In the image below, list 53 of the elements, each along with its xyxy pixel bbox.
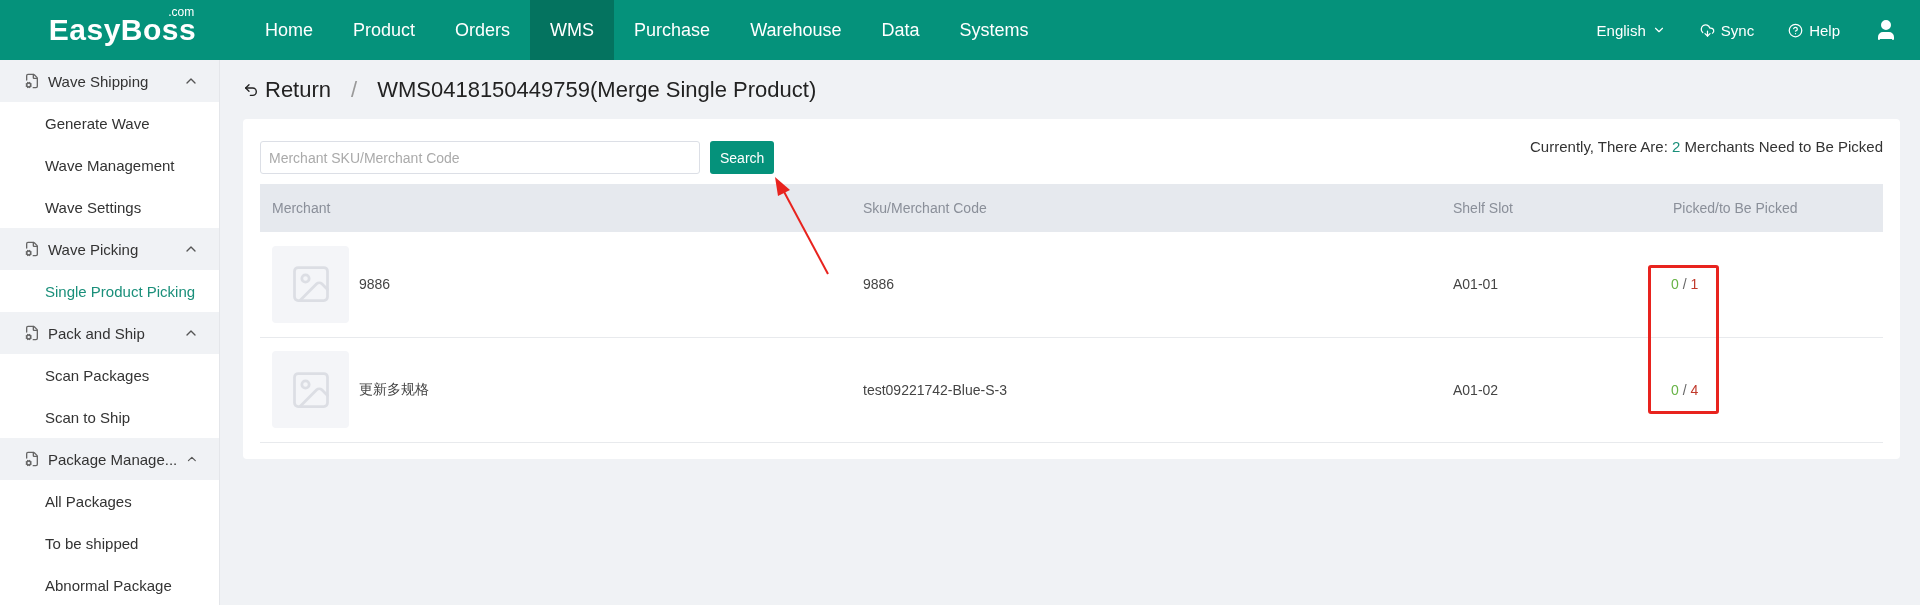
merchant-count-text: Currently, There Are: 2 Merchants Need to Be Picked	[1530, 138, 1883, 155]
nav-tab[interactable]: Systems	[939, 0, 1049, 60]
sku-code: test09221742-Blue-S-3	[863, 381, 1007, 398]
sidebar-group[interactable]: Wave Shipping	[0, 60, 219, 102]
page-title: WMS0418150449759(Merge Single Product)	[377, 76, 817, 103]
help-link[interactable]: Help	[1788, 21, 1840, 39]
document-gear-icon	[24, 241, 40, 257]
to-pick-count: 1	[1690, 276, 1699, 293]
sidebar-item[interactable]: Wave Settings	[0, 186, 219, 228]
shelf-slot: A01-02	[1453, 381, 1499, 398]
document-gear-icon	[24, 451, 40, 467]
merchant-name: 9886	[359, 276, 391, 293]
sidebar-item[interactable]: Scan Packages	[0, 354, 219, 396]
nav-tab[interactable]: Data	[861, 0, 940, 60]
nav-tab[interactable]: WMS	[530, 0, 615, 60]
sidebar-item[interactable]: All Packages	[0, 480, 219, 522]
sidebar-item[interactable]: Wave Management	[0, 144, 219, 186]
sidebar-group[interactable]: Package Manage...	[0, 438, 219, 480]
column-header: Shelf Slot	[1441, 184, 1641, 232]
sidebar-item[interactable]: To be shipped	[0, 522, 219, 564]
to-pick-count: 4	[1690, 381, 1699, 398]
shelf-slot: A01-01	[1453, 276, 1499, 293]
return-icon	[243, 81, 259, 98]
column-header: Picked/to Be Picked	[1641, 184, 1883, 232]
picked-count: 0	[1671, 276, 1679, 293]
language-selector[interactable]: English	[1596, 21, 1666, 39]
sku-code: 9886	[863, 276, 895, 293]
count-separator: /	[1682, 276, 1687, 293]
sidebar-group[interactable]: Pack and Ship	[0, 312, 219, 354]
merchant-name: 更新多规格	[359, 380, 429, 399]
nav-tab[interactable]: Orders	[435, 0, 531, 60]
count-separator: /	[1682, 381, 1687, 398]
nav-tab[interactable]: Product	[333, 0, 436, 60]
help-icon	[1788, 22, 1804, 38]
column-header: Merchant	[260, 184, 851, 232]
column-header: Sku/Merchant Code	[851, 184, 1441, 232]
sidebar-item[interactable]: Abnormal Package	[0, 564, 219, 605]
document-gear-icon	[24, 73, 40, 89]
nav-tab[interactable]: Home	[245, 0, 333, 60]
sidebar-group[interactable]: Wave Picking	[0, 228, 219, 270]
search-field[interactable]: Merchant SKU/Merchant Code	[260, 141, 700, 174]
sidebar-item[interactable]: Generate Wave	[0, 102, 219, 144]
return-link[interactable]: Return	[243, 76, 332, 103]
sync-link[interactable]: Sync	[1699, 21, 1755, 39]
sidebar-item[interactable]: Single Product Picking	[0, 270, 219, 312]
cloud-download-icon	[1699, 22, 1715, 38]
search-button[interactable]: Search	[710, 141, 775, 174]
breadcrumb-separator: /	[351, 76, 358, 103]
nav-tab[interactable]: Purchase	[614, 0, 731, 60]
picked-count: 0	[1671, 381, 1679, 398]
nav-tab[interactable]: Warehouse	[730, 0, 862, 60]
sidebar-item[interactable]: Scan to Ship	[0, 396, 219, 438]
document-gear-icon	[24, 325, 40, 341]
